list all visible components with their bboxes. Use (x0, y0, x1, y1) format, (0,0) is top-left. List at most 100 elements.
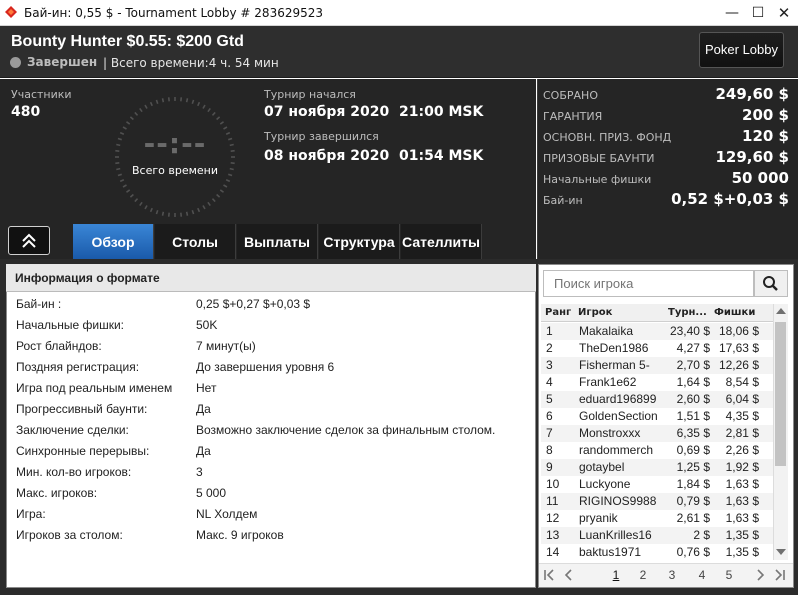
tournament-cell: 23,40 $ (669, 324, 710, 338)
format-row: Поздняя регистрация: До завершения уровня… (16, 357, 531, 378)
player-cell: pryanik (579, 511, 618, 525)
started-label: Турнир начался (264, 88, 356, 101)
tab-satellites[interactable]: Сателлиты (401, 224, 482, 259)
tournament-title: Bounty Hunter $0.55: $200 Gtd (11, 33, 244, 50)
stat-label: Начальные фишки (543, 173, 652, 186)
table-row[interactable]: 4 Frank1e62 1,64 $ 8,54 $ (541, 374, 773, 391)
table-row[interactable]: 2 TheDen1986 4,27 $ 17,63 $ (541, 340, 773, 357)
table-row[interactable]: 5 eduard196899 2,60 $ 6,04 $ (541, 391, 773, 408)
format-value: 7 минут(ы) (196, 339, 256, 353)
format-value: Возможно заключение сделок за финальным … (196, 423, 496, 437)
poker-lobby-button[interactable]: Poker Lobby (699, 32, 784, 68)
search-button[interactable] (754, 270, 788, 297)
col-rank[interactable]: Ранг (545, 307, 571, 318)
chips-cell: 1,92 $ (725, 460, 759, 474)
table-row[interactable]: 6 GoldenSection 1,51 $ 4,35 $ (541, 408, 773, 425)
format-key: Макс. игроков: (16, 486, 98, 500)
participants-count: 480 (11, 104, 41, 120)
tournament-header: Bounty Hunter $0.55: $200 Gtd Завершен |… (0, 26, 798, 78)
close-button[interactable]: ✕ (772, 3, 796, 23)
double-chevron-up-icon (22, 233, 36, 248)
chips-cell: 6,04 $ (725, 392, 759, 406)
tab-overview[interactable]: Обзор (73, 224, 154, 259)
minimize-button[interactable]: — (720, 3, 744, 23)
last-page-icon[interactable] (772, 568, 786, 582)
chips-cell: 1,63 $ (725, 511, 759, 525)
format-key: Рост блайндов: (16, 339, 102, 353)
page-number[interactable]: 5 (722, 568, 736, 582)
table-row[interactable]: 1 Makalaika 23,40 $ 18,06 $ (541, 323, 773, 340)
stat-label: Бай-ин (543, 194, 583, 207)
chips-cell: 1,63 $ (725, 477, 759, 491)
format-key: Синхронные перерывы: (16, 444, 150, 458)
format-value: NL Холдем (196, 507, 258, 521)
chips-cell: 8,54 $ (725, 375, 759, 389)
player-cell: Monstroxxx (579, 426, 641, 440)
page-number[interactable]: 1 (609, 568, 623, 582)
scroll-up-icon[interactable] (776, 308, 786, 314)
page-number[interactable]: 3 (665, 568, 679, 582)
tab-payouts[interactable]: Выплаты (237, 224, 318, 259)
player-cell: randommerch (579, 443, 654, 457)
col-tournament[interactable]: Турн... (668, 307, 707, 318)
scroll-down-icon[interactable] (776, 549, 786, 555)
table-row[interactable]: 13 LuanKrilles16 2 $ 1,35 $ (541, 527, 773, 544)
chips-cell: 1,35 $ (725, 545, 759, 559)
scrollbar-thumb[interactable] (775, 322, 786, 466)
stat-collected: СОБРАНО 249,60 $ (543, 84, 789, 104)
rank-cell: 3 (546, 358, 553, 372)
player-cell: Frank1e62 (579, 375, 637, 389)
tournament-status: Завершен (27, 55, 98, 69)
player-cell: Makalaika (579, 324, 634, 338)
window-title: Бай-ин: 0,55 $ - Tournament Lobby # 2836… (24, 6, 324, 20)
stat-guarantee: ГАРАНТИЯ 200 $ (543, 105, 789, 125)
stat-label: ОСНОВН. ПРИЗ. ФОНД (543, 131, 672, 144)
stat-bounty-prizes: ПРИЗОВЫЕ БАУНТИ 129,60 $ (543, 147, 789, 167)
format-value: 3 (196, 465, 203, 479)
first-page-icon[interactable] (543, 568, 557, 582)
format-row: Прогрессивный баунти: Да (16, 399, 531, 420)
tab-structure[interactable]: Структура (319, 224, 400, 259)
rank-cell: 5 (546, 392, 553, 406)
rank-cell: 11 (546, 494, 559, 508)
format-row: Бай-ин : 0,25 $+0,27 $+0,03 $ (16, 294, 531, 315)
table-row[interactable]: 10 Luckyone 1,84 $ 1,63 $ (541, 476, 773, 493)
table-row[interactable]: 14 baktus1971 0,76 $ 1,35 $ (541, 544, 773, 561)
table-row[interactable]: 9 gotaybel 1,25 $ 1,92 $ (541, 459, 773, 476)
prev-page-icon[interactable] (562, 568, 576, 582)
app-logo-icon (5, 6, 17, 18)
col-chips[interactable]: Фишки (714, 307, 755, 318)
format-key: Поздняя регистрация: (16, 360, 140, 374)
next-page-icon[interactable] (753, 568, 767, 582)
page-number[interactable]: 2 (636, 568, 650, 582)
format-value: Да (196, 402, 211, 416)
format-value: Нет (196, 381, 217, 395)
stat-value: 0,52 $+0,03 $ (671, 190, 789, 208)
table-row[interactable]: 3 Fisherman 5- 2,70 $ 12,26 $ (541, 357, 773, 374)
format-row: Игроков за столом: Макс. 9 игроков (16, 525, 531, 546)
player-search-input[interactable] (544, 271, 753, 296)
collapse-button[interactable] (8, 226, 50, 255)
players-table-header: Ранг Игрок Турн... Фишки (541, 304, 773, 322)
stat-starting-chips: Начальные фишки 50 000 (543, 168, 789, 188)
maximize-button[interactable]: ☐ (746, 3, 770, 23)
chips-cell: 2,26 $ (725, 443, 759, 457)
format-row: Игра: NL Холдем (16, 504, 531, 525)
table-row[interactable]: 12 pryanik 2,61 $ 1,63 $ (541, 510, 773, 527)
format-key: Заключение сделки: (16, 423, 129, 437)
status-dot-icon (10, 57, 21, 68)
rank-cell: 2 (546, 341, 553, 355)
format-value: Да (196, 444, 211, 458)
table-row[interactable]: 8 randommerch 0,69 $ 2,26 $ (541, 442, 773, 459)
chips-cell: 2,81 $ (725, 426, 759, 440)
tab-tables[interactable]: Столы (155, 224, 236, 259)
table-row[interactable]: 11 RIGINOS9988 0,79 $ 1,63 $ (541, 493, 773, 510)
clock-digits: --:-- (143, 127, 207, 160)
format-row: Синхронные перерывы: Да (16, 441, 531, 462)
rank-cell: 7 (546, 426, 553, 440)
player-cell: Fisherman 5- (579, 358, 650, 372)
col-player[interactable]: Игрок (578, 307, 612, 318)
table-row[interactable]: 7 Monstroxxx 6,35 $ 2,81 $ (541, 425, 773, 442)
page-number[interactable]: 4 (695, 568, 709, 582)
participants-label: Участники (11, 88, 72, 101)
